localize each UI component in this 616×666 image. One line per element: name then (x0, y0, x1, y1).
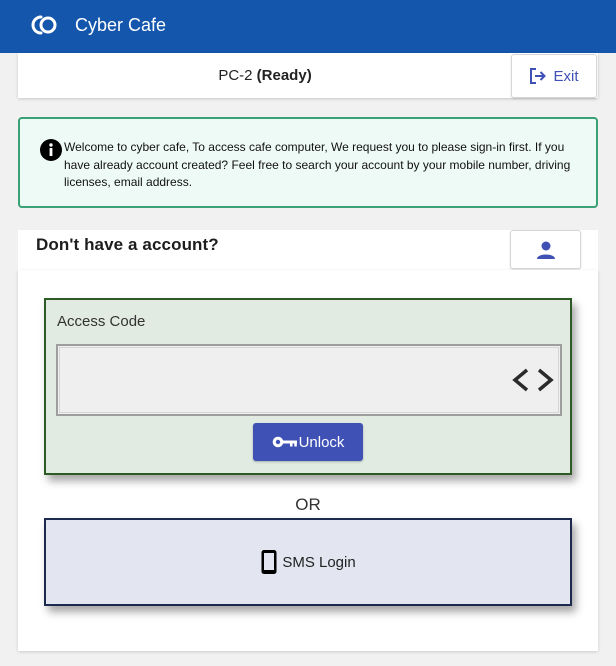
user-icon (536, 241, 555, 259)
welcome-message: Welcome to cyber cafe, To access cafe co… (64, 140, 571, 189)
app-header: Cyber Cafe (0, 0, 616, 53)
welcome-alert: Welcome to cyber cafe, To access cafe co… (18, 117, 598, 208)
access-code-label: Access Code (57, 313, 146, 330)
sms-login-button[interactable]: SMS Login (44, 518, 572, 606)
key-icon (272, 436, 297, 448)
access-code-input-wrapper (56, 344, 562, 416)
no-account-text: Don't have a account? (36, 235, 219, 254)
pc-status: PC-2 (Ready) (18, 67, 512, 84)
access-code-box: Access Code Unlock (44, 298, 572, 475)
or-divider: OR (295, 495, 321, 514)
info-icon (40, 139, 62, 161)
pc-state: (Ready) (256, 67, 312, 84)
account-row: Don't have a account? (18, 230, 598, 270)
pc-status-card: PC-2 (Ready) Exit (18, 53, 598, 98)
cafe-logo-icon (31, 15, 57, 35)
unlock-button[interactable]: Unlock (253, 423, 363, 461)
pc-name: PC-2 (218, 67, 253, 84)
exit-label: Exit (553, 67, 579, 85)
sms-login-label: SMS Login (282, 553, 356, 571)
create-account-button[interactable] (510, 230, 581, 269)
app-title: Cyber Cafe (75, 15, 167, 35)
code-icon (512, 368, 554, 392)
exit-icon (530, 68, 547, 84)
login-panel: Access Code Unlock OR SMS Login (18, 270, 598, 651)
exit-button[interactable]: Exit (511, 54, 597, 98)
unlock-label: Unlock (298, 433, 345, 451)
access-code-input[interactable] (62, 350, 500, 410)
mobile-phone-icon (261, 550, 277, 574)
